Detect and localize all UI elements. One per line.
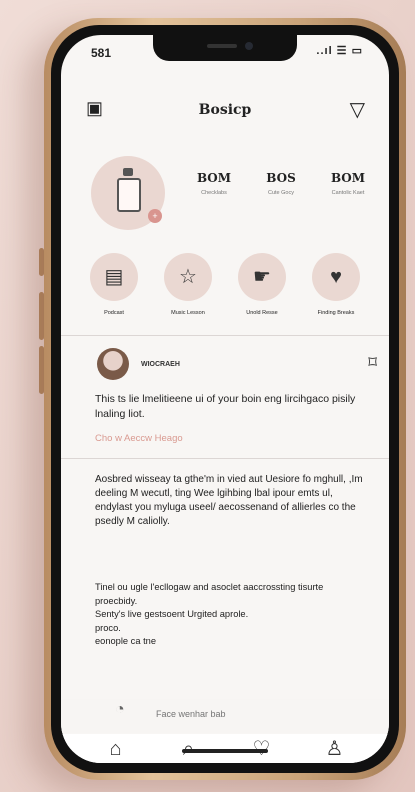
pointing-hand-icon: ☛ (238, 253, 286, 301)
status-bar: 581 ..ıl ☰ ▭ (61, 35, 389, 69)
post-paragraph-1: Aosbred wisseay ta gthe'm in vied aut Ue… (95, 474, 363, 527)
podcast-icon: ▤ (90, 253, 138, 301)
stat-label: Checklabs (201, 190, 227, 196)
highlight-label: Music Lesson (171, 310, 205, 316)
bottle-cap (123, 168, 133, 176)
comment-bar: ◔ (61, 699, 389, 733)
status-icons: ..ıl ☰ ▭ (316, 45, 363, 57)
bottle-body (117, 178, 141, 212)
home-icon[interactable]: ⌂ (100, 736, 132, 762)
product-photo-scene: 581 ..ıl ☰ ▭ ▣ Bosicp ▽ + BOM Checklabs (0, 0, 415, 792)
stat-followers[interactable]: BOS Cute Gocy (253, 171, 309, 213)
profile-icon[interactable]: ♙ (319, 736, 351, 762)
bookmark-icon[interactable]: ⌑ (368, 353, 377, 373)
stat-following[interactable]: BOM Cantolic Kaet (320, 171, 376, 213)
post-headline: This ts lie lmelitieene ui of your boin … (95, 393, 356, 420)
stat-value: BOM (330, 171, 366, 185)
profile-photo[interactable]: + (91, 156, 165, 230)
perfume-bottle-icon (115, 168, 141, 212)
stat-value: BOM (196, 171, 232, 185)
post-paragraph-2: Tinel ou ugle l'ecllogaw and asoclet aac… (95, 582, 324, 646)
app-screen: 581 ..ıl ☰ ▭ ▣ Bosicp ▽ + BOM Checklabs (61, 35, 389, 763)
heart-icon: ♥ (312, 253, 360, 301)
star-icon: ☆ (164, 253, 212, 301)
comment-input[interactable] (154, 702, 328, 726)
highlight-podcast[interactable]: ▤ Podcast (79, 253, 149, 323)
highlight-music[interactable]: ☆ Music Lesson (153, 253, 223, 323)
status-time: 581 (91, 46, 112, 60)
divider (61, 335, 389, 336)
stat-posts[interactable]: BOM Checklabs (186, 171, 242, 213)
page-title: Bosicp (198, 102, 252, 118)
add-story-icon[interactable]: + (148, 209, 162, 223)
highlight-label: Podcast (104, 310, 124, 316)
stat-label: Cute Gocy (268, 190, 294, 196)
highlight-label: Finding Breaks (317, 310, 355, 316)
stat-label: Cantolic Kaet (331, 190, 365, 196)
home-indicator[interactable] (182, 749, 268, 753)
app-header: ▣ Bosicp ▽ (61, 95, 389, 135)
post-header: WIOCRAEH ⌑ (97, 348, 377, 382)
phone-device: 581 ..ıl ☰ ▭ ▣ Bosicp ▽ + BOM Checklabs (44, 18, 406, 780)
divider (61, 458, 389, 459)
post-link[interactable]: Cho w Aeccw Heago (95, 431, 363, 446)
profile-stats: BOM Checklabs BOS Cute Gocy BOM Cantolic… (186, 171, 376, 213)
stat-value: BOS (266, 171, 296, 185)
highlight-unold[interactable]: ☛ Unold Resse (227, 253, 297, 323)
story-highlights: ▤ Podcast ☆ Music Lesson ☛ Unold Resse ♥… (79, 253, 371, 323)
post-username[interactable]: WIOCRAEH (141, 361, 180, 368)
comment-icon[interactable]: ◔ (115, 701, 125, 719)
highlight-finding[interactable]: ♥ Finding Breaks (301, 253, 371, 323)
avatar[interactable] (97, 348, 129, 380)
send-icon[interactable]: ▽ (350, 97, 365, 122)
highlight-label: Unold Resse (246, 310, 278, 316)
